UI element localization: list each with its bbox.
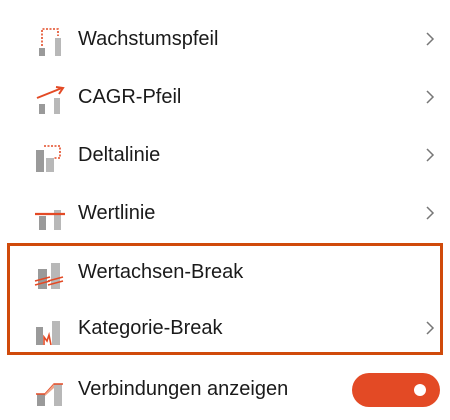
value-axis-break-icon [34, 259, 66, 289]
menu-item-verbindungen-anzeigen[interactable]: Verbindungen anzeigen [0, 362, 450, 418]
connections-icon [34, 376, 66, 406]
menu-item-label: Verbindungen anzeigen [78, 378, 289, 400]
growth-arrow-icon [34, 26, 66, 56]
toggle-switch[interactable] [352, 373, 440, 407]
menu-item-label: CAGR-Pfeil [78, 86, 182, 108]
menu-item-label: Wertachsen-Break [78, 261, 244, 283]
menu-item-wertlinie[interactable]: Wertlinie [0, 186, 450, 242]
context-menu: Wachstumspfeil CAGR-Pfeil Deltalinie Wer… [0, 0, 450, 420]
chevron-right-icon [423, 27, 439, 51]
menu-item-kategorie-break[interactable]: Kategorie-Break [0, 301, 450, 357]
menu-item-label: Wachstumspfeil [78, 28, 219, 50]
chevron-right-icon [423, 85, 439, 109]
chevron-right-icon [423, 201, 439, 225]
menu-item-label: Deltalinie [78, 144, 161, 166]
menu-item-label: Wertlinie [78, 202, 156, 224]
delta-line-icon [34, 142, 66, 172]
menu-item-label: Kategorie-Break [78, 317, 223, 339]
category-break-icon [34, 315, 66, 345]
menu-item-deltalinie[interactable]: Deltalinie [0, 128, 450, 184]
cagr-arrow-icon [34, 84, 66, 114]
toggle-knob [414, 384, 426, 396]
menu-item-wertachsen-break[interactable]: Wertachsen-Break [0, 245, 450, 301]
value-line-icon [34, 200, 66, 230]
chevron-right-icon [423, 143, 439, 167]
chevron-right-icon [423, 316, 439, 340]
menu-item-cagr-pfeil[interactable]: CAGR-Pfeil [0, 70, 450, 126]
menu-item-wachstumspfeil[interactable]: Wachstumspfeil [0, 12, 450, 68]
